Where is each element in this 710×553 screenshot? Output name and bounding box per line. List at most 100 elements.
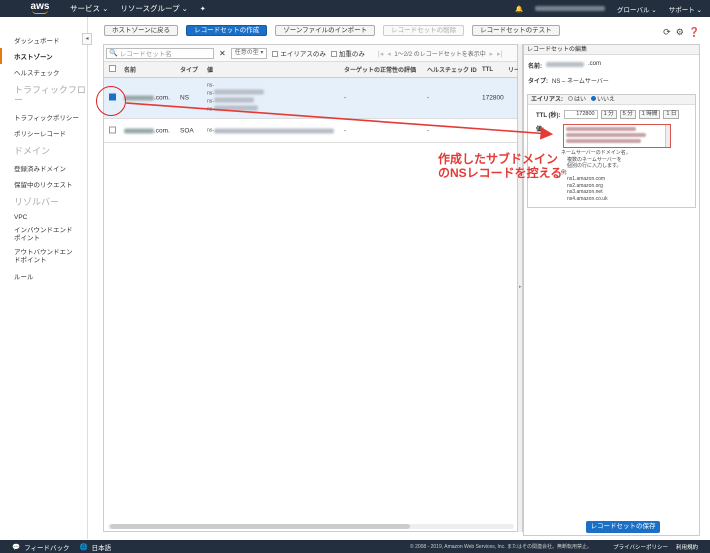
table-row[interactable]: .com. NS ns- ns- ns- ns- - - 172800 [104, 78, 517, 119]
annotation-line-2: のNSレコードを控える [438, 166, 563, 180]
support-menu[interactable]: サポート ⌄ [669, 4, 702, 14]
create-record-set-button[interactable]: レコードセットの作成 [186, 25, 268, 36]
sidebar-item-vpc[interactable]: VPC [0, 211, 87, 224]
alias-yes-label: はい [574, 96, 587, 103]
next-page-icon[interactable]: ▸ [489, 51, 493, 58]
bell-icon[interactable]: 🔔 [515, 5, 523, 13]
sidebar-item-inbound-endpoints[interactable]: インバウンドエンドポイント [0, 224, 76, 246]
last-page-icon[interactable]: ▸| [497, 51, 502, 58]
sidebar-item-traffic-policies[interactable]: トラフィックポリシー [0, 109, 87, 125]
search-icon: 🔍 [109, 50, 118, 57]
first-page-icon[interactable]: |◂ [378, 51, 383, 58]
ttl-row: TTL (秒): 172800 1 分 5 分 1 時間 1 日 [528, 105, 695, 119]
alias-only-filter[interactable]: エイリアスのみ [272, 48, 326, 58]
alias-yes-option[interactable]: はい [568, 95, 586, 105]
alias-yes-radio[interactable] [568, 95, 573, 101]
delete-record-set-button[interactable]: レコードセットの削除 [383, 25, 465, 36]
help-icon[interactable]: ❓ [689, 27, 700, 38]
feedback-link[interactable]: フィードバック [24, 542, 69, 552]
sidebar-heading-domains: ドメイン [14, 146, 51, 156]
test-record-set-button[interactable]: レコードセットのテスト [472, 25, 560, 36]
pagination: |◂ ◂ 1～2/2 のレコードセットを表示中 ▸ ▸| [376, 49, 504, 58]
weighted-only-checkbox[interactable] [330, 51, 337, 58]
prev-page-icon[interactable]: ◂ [387, 51, 391, 58]
value-redacted [213, 89, 264, 95]
row-eval: - [344, 94, 347, 102]
import-zone-file-button[interactable]: ゾーンファイルのインポート [275, 25, 376, 36]
header-eval-target-health[interactable]: ターゲットの正常性の評価 [344, 65, 416, 74]
name-label: 名前: [528, 64, 542, 70]
save-record-set-button[interactable]: レコードセットの保存 [586, 521, 660, 533]
filter-bar: 🔍 レコードセット名 ✕ 任意の型 ▾ エイリアスのみ 加重のみ |◂ ◂ 1～2… [104, 45, 517, 62]
alias-no-radio[interactable] [591, 95, 597, 101]
type-filter-select[interactable]: 任意の型 ▾ [230, 47, 268, 59]
sidebar-item-outbound-endpoints[interactable]: アウトバウンドエンドポイント [0, 246, 76, 268]
refresh-icon[interactable]: ⟳ [663, 27, 671, 38]
weighted-only-label: 加重のみ [338, 51, 365, 58]
sidebar-item-hosted-zones[interactable]: ホストゾーン [0, 48, 87, 64]
header-type[interactable]: タイプ [180, 65, 198, 74]
value-line: ns- [207, 83, 264, 90]
account-menu-redacted[interactable] [535, 6, 606, 11]
select-all-checkbox[interactable] [109, 65, 116, 72]
header-name[interactable]: 名前 [124, 65, 136, 74]
services-menu[interactable]: サービス ⌄ [70, 3, 108, 14]
sidebar-item-health-checks[interactable]: ヘルスチェック [0, 64, 87, 80]
language-selector[interactable]: 日本語 [92, 542, 112, 552]
value-line: ns- [207, 97, 264, 106]
edit-panel-title: レコードセットの編集 [524, 45, 699, 55]
edit-record-set-panel: レコードセットの編集 名前: .com タイプ: NS – ネームサーバー エイ… [523, 44, 700, 536]
table-header: 名前 タイプ 値 ターゲットの正常性の評価 ヘルスチェック ID TTL リー [104, 62, 520, 78]
top-navigation-bar: aws サービス ⌄ リソースグループ ⌄ ✦ 🔔 グローバル ⌄ サポート ⌄ [0, 0, 710, 17]
header-health-check-id[interactable]: ヘルスチェック ID [427, 65, 477, 74]
sidebar-item-dashboard[interactable]: ダッシュボード [0, 32, 87, 48]
ttl-1min-button[interactable]: 1 分 [600, 110, 617, 119]
textarea-scrollbar[interactable] [665, 125, 670, 147]
sidebar: ダッシュボード ホストゾーン ヘルスチェック トラフィックフロー トラフィックポ… [0, 17, 92, 539]
search-input[interactable]: 🔍 レコードセット名 [106, 47, 214, 59]
row-name: .com. [124, 127, 170, 134]
back-to-hosted-zones-button[interactable]: ホストゾーンに戻る [104, 25, 179, 36]
ttl-input[interactable]: 172800 [563, 110, 598, 119]
value-line-redacted [566, 133, 646, 137]
globe-icon[interactable]: 🌐 [79, 543, 87, 551]
aws-logo[interactable]: aws [22, 0, 58, 17]
alias-section: エイリアス: はい いいえ TTL (秒): 172800 1 分 5 分 1 … [527, 94, 696, 208]
scrollbar-thumb[interactable] [110, 524, 410, 529]
pin-icon[interactable]: ✦ [200, 5, 206, 13]
sidebar-item-rules[interactable]: ルール [0, 268, 87, 284]
header-ttl[interactable]: TTL [482, 67, 493, 73]
footer: 💬 フィードバック 🌐 日本語 © 2008 - 2019, Amazon We… [0, 540, 710, 553]
ttl-5min-button[interactable]: 5 分 [619, 110, 636, 119]
privacy-policy-link[interactable]: プライバシーポリシー [613, 543, 668, 551]
feedback-icon[interactable]: 💬 [12, 543, 20, 551]
weighted-only-filter[interactable]: 加重のみ [330, 48, 365, 58]
table-row[interactable]: .com. SOA ns- - - [104, 119, 517, 143]
sidebar-item-registered-domains[interactable]: 登録済みドメイン [0, 160, 87, 176]
clear-search-icon[interactable]: ✕ [219, 49, 226, 58]
value-textarea[interactable] [563, 124, 671, 148]
annotation-line-1: 作成したサブドメイン [438, 152, 559, 166]
alias-no-option[interactable]: いいえ [591, 95, 615, 105]
gear-icon[interactable]: ⚙ [676, 27, 684, 38]
sidebar-item-policy-records[interactable]: ポリシーレコード [0, 125, 87, 141]
sidebar-collapse-button[interactable]: ◂ [82, 33, 92, 45]
row-type: NS [180, 94, 190, 102]
alias-only-checkbox[interactable] [272, 51, 279, 58]
sidebar-item-pending-requests[interactable]: 保留中のリクエスト [0, 176, 87, 192]
horizontal-scrollbar[interactable] [108, 524, 514, 529]
sidebar-heading-resolver: リゾルバー [14, 197, 60, 207]
terms-link[interactable]: 利用規約 [676, 543, 698, 551]
copyright-text: © 2008 - 2019, Amazon Web Services, Inc.… [410, 544, 592, 550]
resource-groups-menu[interactable]: リソースグループ ⌄ [120, 3, 188, 14]
toolbar: ホストゾーンに戻る レコードセットの作成 ゾーンファイルのインポート レコードセ… [104, 25, 560, 36]
ttl-1hour-button[interactable]: 1 時間 [638, 110, 661, 119]
ttl-1day-button[interactable]: 1 日 [663, 110, 680, 119]
header-value[interactable]: 値 [207, 65, 213, 74]
row-health: - [427, 127, 430, 134]
value-redacted [213, 105, 258, 111]
pagination-text: 1～2/2 のレコードセットを表示中 [394, 51, 486, 58]
region-menu[interactable]: グローバル ⌄ [617, 4, 657, 14]
value-line: ns- [207, 89, 264, 98]
row-checkbox[interactable] [109, 126, 116, 133]
